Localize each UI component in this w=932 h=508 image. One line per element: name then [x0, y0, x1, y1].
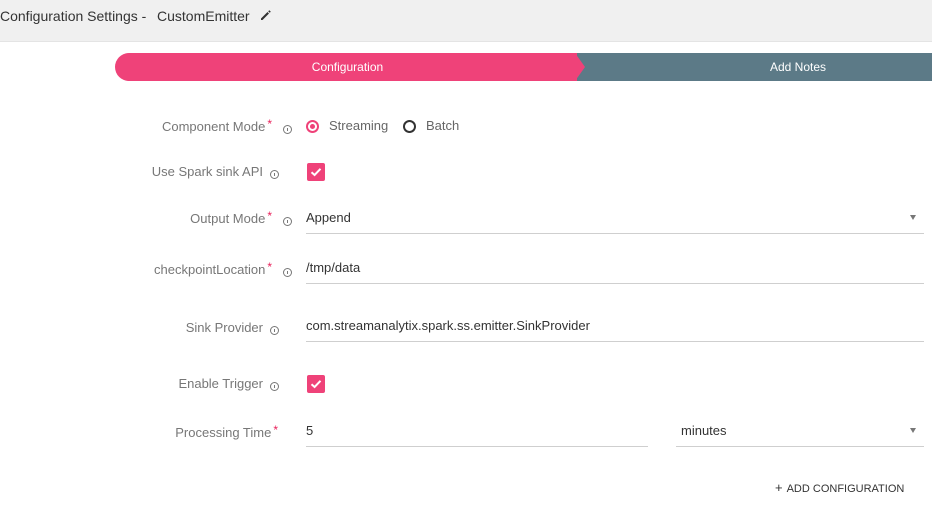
use-spark-sink-api-checkbox[interactable]	[307, 163, 325, 181]
output-mode-select[interactable]: Append	[306, 208, 924, 234]
processing-time-unit-value: minutes	[681, 423, 727, 438]
wizard-stepper: Configuration Add Notes	[115, 53, 932, 81]
checkpoint-location-label: checkpointLocation *	[154, 260, 272, 277]
enable-trigger-label: Enable Trigger	[178, 376, 263, 391]
header-bar: Configuration Settings - CustomEmitter	[0, 0, 932, 42]
processing-time-unit-select[interactable]: minutes	[676, 421, 924, 447]
enable-trigger-label-text: Enable Trigger	[178, 376, 263, 391]
info-icon[interactable]	[283, 125, 292, 134]
sink-provider-input[interactable]: com.streamanalytix.spark.ss.emitter.Sink…	[306, 316, 924, 342]
sink-provider-value: com.streamanalytix.spark.ss.emitter.Sink…	[306, 318, 590, 333]
sink-provider-label: Sink Provider	[186, 320, 263, 335]
output-mode-label: Output Mode *	[190, 209, 272, 226]
processing-time-label: Processing Time *	[175, 423, 278, 440]
component-mode-label: Component Mode *	[161, 117, 272, 134]
info-icon[interactable]	[283, 217, 292, 226]
output-mode-label-text: Output Mode	[190, 211, 266, 226]
step-arrow	[575, 53, 585, 81]
radio-streaming-label[interactable]: Streaming	[329, 118, 388, 133]
required-marker: *	[273, 423, 278, 437]
enable-trigger-checkbox[interactable]	[307, 375, 325, 393]
processing-time-value: 5	[306, 423, 314, 438]
step-configuration[interactable]: Configuration	[115, 53, 580, 81]
page-title: Configuration Settings -	[0, 8, 147, 24]
add-configuration-label: ADD CONFIGURATION	[786, 483, 905, 495]
add-configuration-button[interactable]: + ADD CONFIGURATION	[775, 480, 904, 495]
checkpoint-location-input[interactable]: /tmp/data	[306, 258, 924, 284]
radio-batch[interactable]	[403, 120, 416, 133]
use-spark-sink-api-label: Use Spark sink API	[152, 164, 263, 179]
dropdown-arrow-icon	[910, 215, 916, 220]
edit-pencil-icon[interactable]	[259, 8, 273, 22]
radio-streaming[interactable]	[306, 120, 319, 133]
info-icon[interactable]	[270, 382, 279, 391]
step-add-notes[interactable]: Add Notes	[577, 53, 932, 81]
radio-batch-label[interactable]: Batch	[426, 118, 459, 133]
processing-time-input[interactable]: 5	[306, 421, 648, 447]
processing-time-label-text: Processing Time	[175, 425, 272, 440]
sink-provider-label-text: Sink Provider	[185, 320, 263, 335]
info-icon[interactable]	[283, 268, 292, 277]
use-spark-sink-api-label-text: Use Spark sink API	[151, 164, 263, 179]
info-icon[interactable]	[270, 170, 279, 179]
output-mode-value: Append	[306, 210, 351, 225]
info-icon[interactable]	[270, 326, 279, 335]
dropdown-arrow-icon	[910, 428, 916, 433]
component-name: CustomEmitter	[157, 8, 250, 24]
required-marker: *	[267, 117, 272, 131]
required-marker: *	[267, 260, 272, 274]
plus-icon: +	[775, 480, 783, 495]
checkpoint-location-value: /tmp/data	[306, 260, 361, 275]
checkpoint-location-label-text: checkpointLocation	[154, 262, 266, 277]
required-marker: *	[267, 209, 272, 223]
component-mode-label-text: Component Mode	[161, 119, 266, 134]
